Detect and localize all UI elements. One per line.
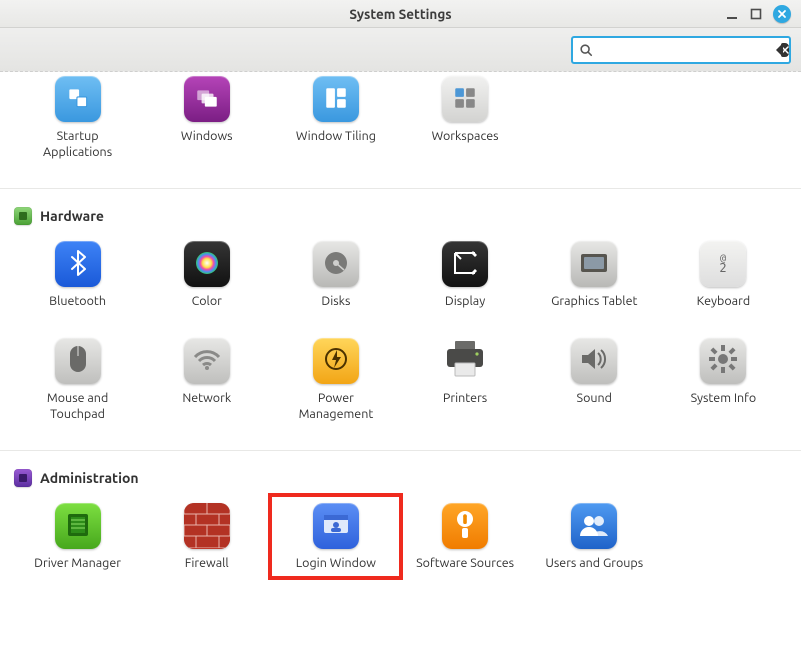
item-users-groups[interactable]: Users and Groups xyxy=(533,503,656,572)
svg-text:2: 2 xyxy=(720,261,727,275)
close-button[interactable] xyxy=(773,5,791,23)
windows-icon xyxy=(194,85,220,114)
firewall-icon xyxy=(184,503,230,549)
sound-icon xyxy=(580,347,608,374)
software-sources-icon xyxy=(453,510,477,543)
keyboard-icon: @2 xyxy=(710,250,736,279)
item-label: Workspaces xyxy=(432,129,499,145)
item-network[interactable]: Network xyxy=(145,338,268,422)
bluetooth-icon xyxy=(66,249,90,280)
item-sound[interactable]: Sound xyxy=(533,338,656,422)
item-startup-applications[interactable]: Startup Applications xyxy=(16,86,139,160)
item-label: Color xyxy=(192,294,222,310)
item-label: Display xyxy=(445,294,485,310)
item-mouse-touchpad[interactable]: Mouse and Touchpad xyxy=(16,338,139,422)
display-icon xyxy=(451,249,479,280)
search-input[interactable] xyxy=(593,42,781,57)
disks-icon xyxy=(321,248,351,281)
item-label: Login Window xyxy=(296,556,376,572)
item-label: Mouse and Touchpad xyxy=(23,391,133,422)
mouse-icon xyxy=(67,344,89,377)
driver-manager-icon xyxy=(63,510,93,543)
category-title: Administration xyxy=(40,470,139,486)
item-display[interactable]: Display xyxy=(403,241,526,310)
workspaces-icon xyxy=(452,85,478,114)
item-driver-manager[interactable]: Driver Manager xyxy=(16,503,139,572)
hardware-category-icon xyxy=(14,207,32,225)
item-firewall[interactable]: Firewall xyxy=(145,503,268,572)
login-window-icon xyxy=(321,512,351,541)
minimize-button[interactable] xyxy=(725,7,739,21)
window-controls xyxy=(725,5,801,23)
item-label: Keyboard xyxy=(697,294,750,310)
printer-icon xyxy=(443,339,487,382)
category-hardware: Hardware Bluetooth xyxy=(0,189,801,450)
item-label: Firewall xyxy=(185,556,229,572)
search-box[interactable] xyxy=(571,36,791,64)
item-label: Sound xyxy=(577,391,612,407)
item-label: Users and Groups xyxy=(545,556,643,572)
settings-content: Startup Applications Windows Window Tili… xyxy=(0,72,801,647)
clear-search-icon[interactable] xyxy=(781,43,789,57)
item-label: Graphics Tablet xyxy=(551,294,637,310)
item-label: Printers xyxy=(443,391,487,407)
graphics-tablet-icon xyxy=(579,251,609,278)
search-icon xyxy=(579,43,593,57)
item-power-management[interactable]: Power Management xyxy=(274,338,397,422)
item-label: Network xyxy=(182,391,231,407)
item-printers[interactable]: Printers xyxy=(403,338,526,422)
administration-category-icon xyxy=(14,469,32,487)
category-administration: Administration Driver Manager xyxy=(0,451,801,600)
window-title: System Settings xyxy=(0,6,801,22)
item-software-sources[interactable]: Software Sources xyxy=(403,503,526,572)
item-windows[interactable]: Windows xyxy=(145,86,268,160)
item-window-tiling[interactable]: Window Tiling xyxy=(274,86,397,160)
toolbar xyxy=(0,28,801,72)
item-system-info[interactable]: System Info xyxy=(662,338,785,422)
window-tiling-icon xyxy=(323,85,349,114)
item-label: Software Sources xyxy=(416,556,514,572)
item-graphics-tablet[interactable]: Graphics Tablet xyxy=(533,241,656,310)
item-label: Driver Manager xyxy=(34,556,121,572)
gear-icon xyxy=(708,344,738,377)
power-icon xyxy=(322,345,350,376)
item-label: System Info xyxy=(691,391,757,407)
color-icon xyxy=(192,248,222,281)
wifi-icon xyxy=(192,347,222,374)
item-login-window[interactable]: Login Window xyxy=(268,493,403,580)
item-keyboard[interactable]: @2 Keyboard xyxy=(662,241,785,310)
maximize-button[interactable] xyxy=(749,7,763,21)
category-title: Hardware xyxy=(40,208,104,224)
item-disks[interactable]: Disks xyxy=(274,241,397,310)
item-label: Power Management xyxy=(281,391,391,422)
item-label: Windows xyxy=(181,129,233,145)
item-label: Startup Applications xyxy=(23,129,133,160)
titlebar: System Settings xyxy=(0,0,801,28)
item-label: Window Tiling xyxy=(296,129,376,145)
item-bluetooth[interactable]: Bluetooth xyxy=(16,241,139,310)
users-icon xyxy=(578,512,610,541)
item-label: Bluetooth xyxy=(49,294,106,310)
startup-applications-icon xyxy=(65,85,91,114)
item-label: Disks xyxy=(321,294,350,310)
item-color[interactable]: Color xyxy=(145,241,268,310)
item-workspaces[interactable]: Workspaces xyxy=(403,86,526,160)
